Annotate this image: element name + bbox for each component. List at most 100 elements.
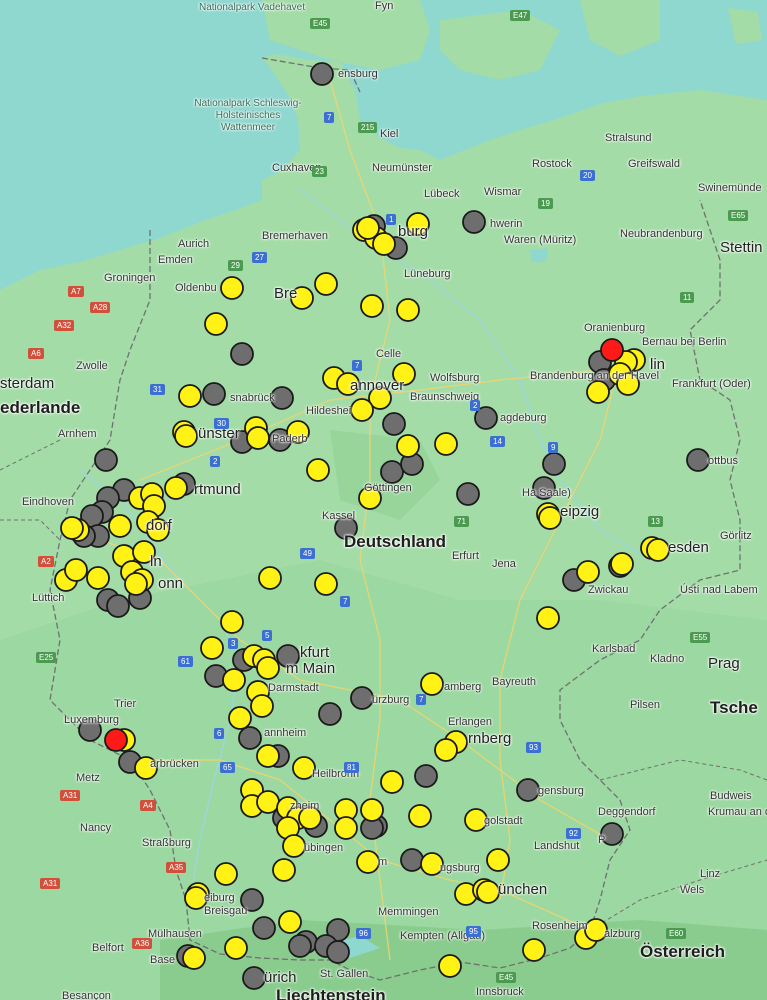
location-marker-gray[interactable]	[238, 726, 262, 750]
location-marker-yellow[interactable]	[434, 432, 458, 456]
location-marker-gray[interactable]	[456, 482, 480, 506]
location-marker-yellow[interactable]	[380, 770, 404, 794]
location-marker-gray[interactable]	[230, 342, 254, 366]
location-marker-gray[interactable]	[382, 412, 406, 436]
location-marker-gray[interactable]	[240, 888, 264, 912]
location-marker-gray[interactable]	[400, 848, 424, 872]
location-marker-gray[interactable]	[326, 940, 350, 964]
location-marker-yellow[interactable]	[200, 636, 224, 660]
location-marker-yellow[interactable]	[132, 540, 156, 564]
location-marker-gray[interactable]	[334, 516, 358, 540]
location-marker-yellow[interactable]	[178, 384, 202, 408]
location-marker-yellow[interactable]	[228, 706, 252, 730]
location-marker-yellow[interactable]	[306, 458, 330, 482]
location-marker-yellow[interactable]	[434, 738, 458, 762]
location-marker-yellow[interactable]	[286, 420, 310, 444]
location-marker-yellow[interactable]	[314, 272, 338, 296]
location-marker-yellow[interactable]	[464, 808, 488, 832]
location-marker-yellow[interactable]	[314, 572, 338, 596]
location-marker-gray[interactable]	[380, 460, 404, 484]
location-marker-yellow[interactable]	[522, 938, 546, 962]
location-marker-yellow[interactable]	[290, 286, 314, 310]
location-marker-yellow[interactable]	[282, 834, 306, 858]
location-marker-gray[interactable]	[686, 448, 710, 472]
location-marker-yellow[interactable]	[214, 862, 238, 886]
location-marker-gray[interactable]	[350, 686, 374, 710]
location-marker-yellow[interactable]	[334, 816, 358, 840]
location-marker-yellow[interactable]	[220, 276, 244, 300]
location-marker-yellow[interactable]	[258, 566, 282, 590]
location-marker-gray[interactable]	[288, 934, 312, 958]
road-shield: A31	[60, 790, 81, 801]
location-marker-yellow[interactable]	[358, 486, 382, 510]
location-marker-yellow[interactable]	[360, 798, 384, 822]
location-marker-yellow[interactable]	[204, 312, 228, 336]
location-marker-gray[interactable]	[600, 822, 624, 846]
location-marker-yellow[interactable]	[360, 294, 384, 318]
location-marker-yellow[interactable]	[146, 518, 170, 542]
location-marker-yellow[interactable]	[356, 216, 380, 240]
location-marker-yellow[interactable]	[272, 858, 296, 882]
location-marker-yellow[interactable]	[584, 918, 608, 942]
location-marker-yellow[interactable]	[610, 552, 634, 576]
location-marker-yellow[interactable]	[406, 212, 430, 236]
location-marker-gray[interactable]	[202, 382, 226, 406]
location-marker-yellow[interactable]	[486, 848, 510, 872]
location-marker-gray[interactable]	[106, 594, 130, 618]
location-marker-yellow[interactable]	[174, 424, 198, 448]
location-marker-yellow[interactable]	[350, 398, 374, 422]
location-marker-gray[interactable]	[532, 476, 556, 500]
location-marker-gray[interactable]	[242, 966, 266, 990]
location-marker-yellow[interactable]	[646, 538, 670, 562]
location-marker-yellow[interactable]	[408, 804, 432, 828]
location-marker-gray[interactable]	[94, 448, 118, 472]
location-marker-yellow[interactable]	[86, 566, 110, 590]
location-marker-yellow[interactable]	[222, 668, 246, 692]
location-marker-yellow[interactable]	[616, 372, 640, 396]
location-marker-gray[interactable]	[516, 778, 540, 802]
location-marker-yellow[interactable]	[256, 790, 280, 814]
location-marker-yellow[interactable]	[184, 886, 208, 910]
location-marker-yellow[interactable]	[246, 426, 270, 450]
location-marker-yellow[interactable]	[134, 756, 158, 780]
location-marker-yellow[interactable]	[298, 806, 322, 830]
location-marker-yellow[interactable]	[220, 610, 244, 634]
location-marker-yellow[interactable]	[60, 516, 84, 540]
location-marker-gray[interactable]	[270, 386, 294, 410]
location-marker-red[interactable]	[600, 338, 624, 362]
location-marker-gray[interactable]	[462, 210, 486, 234]
location-marker-yellow[interactable]	[292, 756, 316, 780]
location-marker-gray[interactable]	[318, 702, 342, 726]
location-marker-gray[interactable]	[310, 62, 334, 86]
location-marker-yellow[interactable]	[396, 298, 420, 322]
location-marker-yellow[interactable]	[224, 936, 248, 960]
location-marker-yellow[interactable]	[438, 954, 462, 978]
location-marker-yellow[interactable]	[182, 946, 206, 970]
location-marker-yellow[interactable]	[392, 362, 416, 386]
location-marker-yellow[interactable]	[250, 694, 274, 718]
location-marker-yellow[interactable]	[538, 506, 562, 530]
location-marker-yellow[interactable]	[396, 434, 420, 458]
location-marker-yellow[interactable]	[356, 850, 380, 874]
location-marker-yellow[interactable]	[256, 656, 280, 680]
location-marker-gray[interactable]	[252, 916, 276, 940]
location-marker-yellow[interactable]	[164, 476, 188, 500]
location-marker-gray[interactable]	[276, 644, 300, 668]
location-marker-yellow[interactable]	[476, 880, 500, 904]
location-marker-yellow[interactable]	[576, 560, 600, 584]
location-marker-red[interactable]	[104, 728, 128, 752]
map-view[interactable]: Nationalpark Vadehavet Nationalpark Schle…	[0, 0, 767, 1000]
location-marker-gray[interactable]	[78, 718, 102, 742]
location-marker-yellow[interactable]	[124, 572, 148, 596]
location-marker-yellow[interactable]	[108, 514, 132, 538]
location-marker-yellow[interactable]	[420, 852, 444, 876]
location-marker-yellow[interactable]	[586, 380, 610, 404]
location-marker-yellow[interactable]	[278, 910, 302, 934]
location-marker-yellow[interactable]	[536, 606, 560, 630]
location-marker-yellow[interactable]	[64, 558, 88, 582]
location-marker-yellow[interactable]	[256, 744, 280, 768]
location-marker-gray[interactable]	[414, 764, 438, 788]
location-marker-gray[interactable]	[542, 452, 566, 476]
location-marker-yellow[interactable]	[336, 372, 360, 396]
location-marker-yellow[interactable]	[420, 672, 444, 696]
